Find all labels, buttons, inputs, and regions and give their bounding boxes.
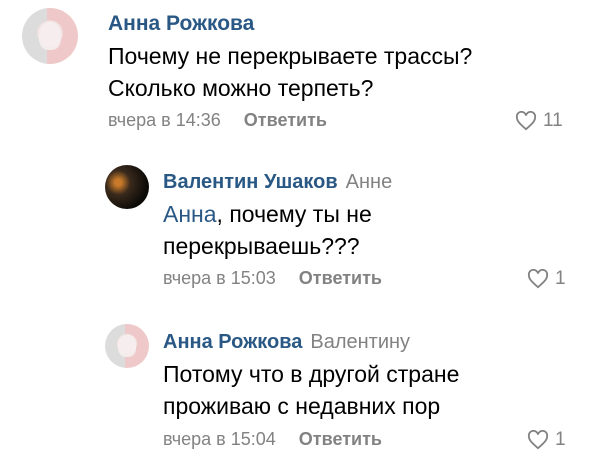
comment-text-line: Потому что в другой стране (163, 361, 460, 387)
comment-author[interactable]: Анна Рожкова Валентину (163, 331, 410, 354)
comment-text-line: Сколько можно терпеть? (108, 75, 374, 102)
like-count: 1 (555, 429, 566, 450)
heart-icon (515, 111, 537, 131)
like-count: 11 (543, 110, 563, 131)
avatar[interactable] (105, 324, 149, 368)
comment-time[interactable]: вчера в 14:36 (108, 110, 221, 130)
comment-text: Анна, почему ты не перекрываешь??? (163, 198, 372, 262)
avatar[interactable] (105, 165, 149, 209)
comment-text-fragment: , почему ты не (216, 201, 372, 227)
reply-button[interactable]: Ответить (244, 110, 327, 130)
comment-text-line: проживаю с недавних пор (163, 393, 441, 420)
comment-author[interactable]: Анна Рожкова (108, 12, 254, 36)
comment-text: Потому что в другой стране проживаю с не… (163, 358, 459, 422)
reply-button[interactable]: Ответить (299, 268, 382, 288)
author-name[interactable]: Валентин Ушаков (163, 171, 338, 193)
author-name[interactable]: Анна Рожкова (163, 331, 302, 353)
comment-text: Почему не перекрываете трассы? Сколько м… (108, 40, 472, 104)
like-button[interactable]: 1 (527, 429, 566, 451)
reply-button[interactable]: Ответить (299, 429, 382, 449)
comment-time[interactable]: вчера в 15:03 (163, 268, 276, 288)
heart-icon (527, 430, 549, 450)
comment-text-line: перекрываешь??? (163, 233, 360, 260)
like-button[interactable]: 11 (515, 110, 563, 132)
reply-to[interactable]: Анне (346, 171, 393, 193)
comment-text-line: Анна, почему ты не (163, 198, 372, 230)
like-count: 1 (555, 268, 566, 289)
like-button[interactable]: 1 (527, 268, 566, 290)
comment-meta: вчера в 15:04 Ответить (163, 429, 382, 450)
comment-text-line: Почему не перекрываете трассы? (108, 43, 473, 69)
heart-icon (527, 269, 549, 289)
comment-author[interactable]: Валентин Ушаков Анне (163, 171, 392, 194)
comment-meta: вчера в 14:36 Ответить (108, 110, 327, 131)
reply-to[interactable]: Валентину (310, 331, 410, 353)
avatar[interactable] (22, 8, 78, 64)
mention-link[interactable]: Анна (163, 201, 217, 227)
comment-time[interactable]: вчера в 15:04 (163, 429, 276, 449)
comment-meta: вчера в 15:03 Ответить (163, 268, 382, 289)
